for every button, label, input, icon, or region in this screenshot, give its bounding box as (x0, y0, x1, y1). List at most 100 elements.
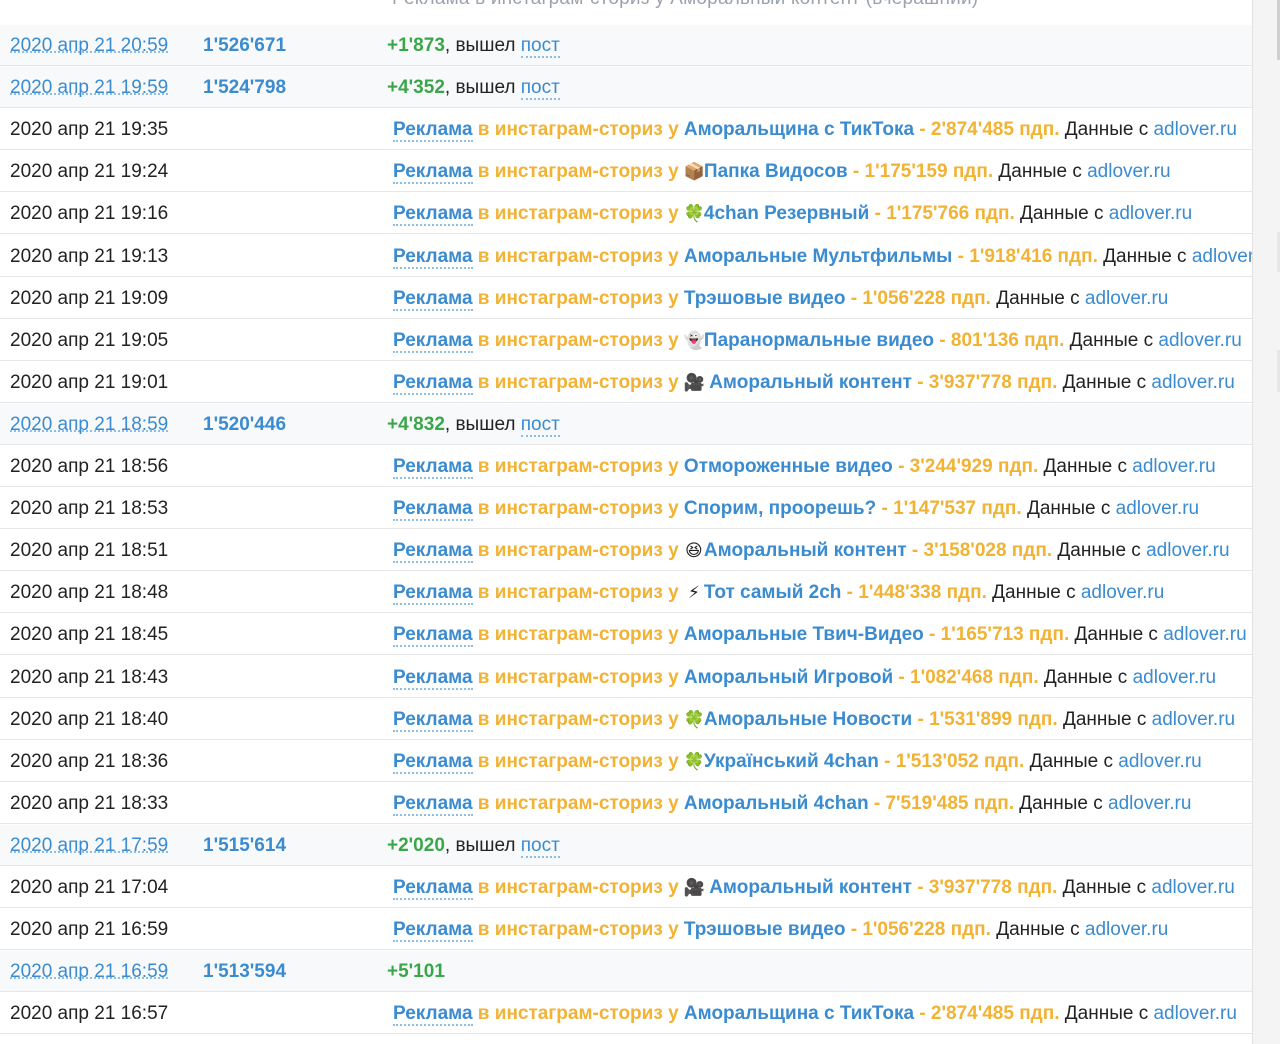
post-link[interactable]: пост (520, 77, 560, 101)
ad-row: 2020 апр 21 18:36 Реклама в инстаграм-сто… (0, 741, 1252, 782)
row-timestamp: 2020 апр 21 19:01 (10, 371, 169, 393)
ad-description: Реклама в инстаграм-сториз у Аморальные … (393, 236, 1252, 276)
ad-link[interactable]: Реклама (393, 203, 473, 227)
row-timestamp[interactable]: 2020 апр 21 19:59 (10, 67, 169, 98)
data-source-link[interactable]: adlover.ru (1146, 540, 1229, 561)
data-source-link[interactable]: adlover.ru (1132, 456, 1215, 477)
subscriber-count: 1'524'798 (203, 77, 287, 99)
row-timestamp[interactable]: 2020 апр 21 18:59 (10, 404, 169, 435)
ad-link[interactable]: Реклама (393, 456, 473, 479)
ad-link[interactable]: Реклама (393, 287, 473, 311)
ad-link[interactable]: Реклама (393, 877, 473, 900)
channel-name[interactable]: Аморальный контент (704, 540, 907, 561)
channel-name[interactable]: Трэшовые видео (684, 919, 846, 940)
channel-name[interactable]: Аморальный Игровой (684, 667, 893, 688)
clipped-previous-row: Реклама в инстаграм-сториз у Аморальный … (0, 0, 1252, 26)
row-timestamp: 2020 апр 21 18:56 (10, 456, 169, 477)
delta-note: , вышел (444, 77, 521, 99)
data-source-label: Данные с (990, 919, 1085, 941)
data-source-link[interactable]: adlover.ru (1109, 203, 1192, 224)
data-source-link[interactable]: adlover.ru (1087, 161, 1170, 182)
data-source-link[interactable]: adlover.ru (1108, 793, 1191, 814)
channel-name[interactable]: Аморальный контент (704, 877, 912, 898)
channel-name[interactable]: Аморальщина с ТикТока (684, 119, 914, 140)
row-timestamp: 2020 апр 21 19:05 (10, 329, 169, 351)
data-source-link[interactable]: adlover.ru (1153, 119, 1236, 140)
ad-row: 2020 апр 21 18:45 Реклама в инстаграм-сто… (0, 614, 1252, 656)
subscriber-change: +4'832, вышел пост (387, 404, 560, 444)
post-link[interactable]: пост (520, 413, 560, 437)
row-timestamp: 2020 апр 21 18:53 (10, 498, 169, 520)
data-source-link[interactable]: adlover.ru (1153, 1003, 1236, 1024)
ad-row: 2020 апр 21 18:43 Реклама в инстаграм-сто… (0, 657, 1252, 698)
row-timestamp: 2020 апр 21 18:43 (10, 666, 169, 688)
channel-emoji-icon: 📦 (683, 162, 706, 182)
data-source-link[interactable]: adlover.ru (1085, 288, 1168, 309)
data-source-link[interactable]: adlover.ru (1116, 498, 1199, 519)
data-source-link[interactable]: adlover.ru (1085, 919, 1168, 940)
post-link[interactable]: пост (520, 834, 560, 858)
data-source-link[interactable]: adlover.ru (1151, 372, 1234, 393)
data-source-link[interactable]: adlover.ru (1118, 751, 1201, 772)
channel-name[interactable]: Отмороженные видео (684, 456, 893, 477)
ad-description: Реклама в инстаграм-сториз у Спорим, про… (393, 488, 1199, 528)
post-link[interactable]: пост (520, 35, 560, 58)
channel-name[interactable]: Папка Видосов (704, 161, 848, 182)
ad-link[interactable]: Реклама (393, 919, 473, 943)
ad-row: 2020 апр 21 16:59 Реклама в инстаграм-сто… (0, 909, 1252, 951)
ad-link[interactable]: Реклама (393, 624, 473, 648)
row-timestamp[interactable]: 2020 апр 21 20:59 (10, 25, 169, 56)
ad-link[interactable]: Реклама (393, 498, 473, 522)
ad-link[interactable]: Реклама (393, 750, 473, 774)
channel-reach: - 3'158'028 пдп. (906, 540, 1053, 562)
data-source-link[interactable]: adlover.ru (1151, 877, 1234, 898)
data-source-link[interactable]: adlover.ru (1163, 624, 1246, 645)
ad-row: 2020 апр 21 19:16 Реклама в инстаграм-сто… (0, 193, 1252, 235)
ad-link[interactable]: Реклама (393, 708, 473, 732)
data-source-link[interactable]: adlover.ru (1158, 330, 1241, 351)
channel-name[interactable]: Трэшовые видео (684, 288, 846, 309)
data-source-link[interactable]: adlover.ru (1192, 246, 1252, 267)
channel-name[interactable]: Аморальные Твич-Видео (684, 624, 924, 645)
ad-link[interactable]: Реклама (393, 245, 473, 269)
ad-row: 2020 апр 21 18:53 Реклама в инстаграм-сто… (0, 488, 1252, 530)
ad-link[interactable]: Реклама (393, 371, 473, 395)
subscriber-row: 2020 апр 21 16:59 1'513'594 +5'101 (0, 951, 1252, 993)
ad-link[interactable]: Реклама (393, 540, 473, 564)
subscriber-row: 2020 апр 21 19:59 1'524'798 +4'352, вышел … (0, 67, 1252, 109)
data-source-label: Данные с (1021, 498, 1116, 520)
ad-description: Реклама в инстаграм-сториз у 🎥 Аморальны… (393, 867, 1235, 907)
channel-name[interactable]: Аморальные Новости (704, 709, 912, 730)
channel-name[interactable]: Аморальный контент (704, 372, 912, 393)
ad-link[interactable]: Реклама (393, 792, 473, 816)
data-source-label: Данные с (990, 287, 1085, 309)
ad-placement-text: в инстаграм-сториз у (472, 582, 684, 604)
ad-placement-text: в инстаграм-сториз у (472, 624, 684, 646)
ad-description: Реклама в инстаграм-сториз у 🍀Українськи… (393, 741, 1202, 781)
channel-name[interactable]: Аморальные Мультфильмы (684, 246, 952, 267)
channel-name[interactable]: Аморальщина с ТикТока (684, 1003, 914, 1024)
channel-name[interactable]: 4chan Резервный (704, 203, 869, 224)
channel-name[interactable]: Спорим, проорешь? (684, 498, 876, 519)
row-timestamp: 2020 апр 21 19:35 (10, 119, 169, 141)
ad-link[interactable]: Реклама (393, 329, 473, 353)
row-timestamp[interactable]: 2020 апр 21 16:59 (10, 951, 169, 982)
data-source-link[interactable]: adlover.ru (1152, 709, 1235, 730)
ad-link[interactable]: Реклама (393, 666, 473, 690)
channel-name[interactable]: Тот самый 2ch (704, 582, 841, 603)
scrollbar-track[interactable] (1252, 0, 1280, 1044)
ad-link[interactable]: Реклама (393, 161, 473, 185)
ad-placement-text: в инстаграм-сториз у (472, 203, 684, 225)
data-source-label: Данные с (1057, 708, 1152, 730)
ad-description: Реклама в инстаграм-сториз у 😆Аморальный… (393, 530, 1230, 570)
row-timestamp[interactable]: 2020 апр 21 17:59 (10, 825, 169, 856)
ad-link[interactable]: Реклама (393, 1003, 473, 1027)
channel-name[interactable]: Паранормальные видео (704, 330, 934, 351)
data-source-link[interactable]: adlover.ru (1081, 582, 1164, 603)
ad-link[interactable]: Реклама (393, 582, 473, 606)
channel-name[interactable]: Український 4chan (704, 751, 879, 772)
subscriber-row: 2020 апр 21 20:59 1'526'671 +1'873, вышел … (0, 25, 1252, 66)
channel-name[interactable]: Аморальный 4chan (684, 793, 869, 814)
data-source-link[interactable]: adlover.ru (1133, 667, 1216, 688)
ad-link[interactable]: Реклама (393, 119, 473, 143)
